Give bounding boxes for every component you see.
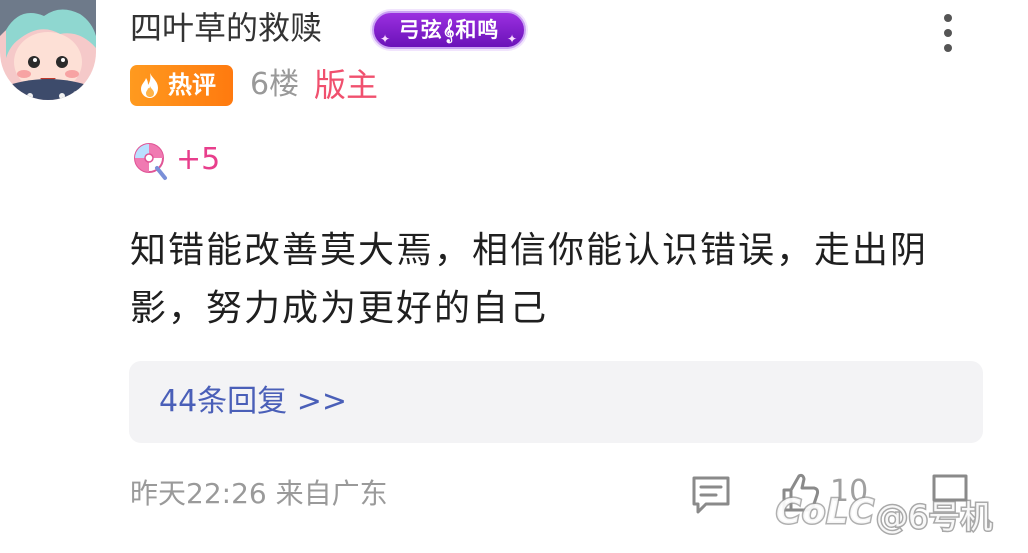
moderator-role: 版主 xyxy=(314,66,379,104)
candy-icon[interactable] xyxy=(131,140,171,182)
watermark: CoLC @6号机 xyxy=(775,490,1016,542)
hot-comment-badge: 热评 xyxy=(130,65,233,106)
floor-number: 6楼 xyxy=(250,67,300,102)
medal-badge[interactable]: ✦ 弓弦𝄞和鸣 ✦ xyxy=(372,11,526,49)
username[interactable]: 四叶草的救赎 xyxy=(130,6,322,50)
fire-icon xyxy=(141,73,158,98)
anime-avatar-image xyxy=(0,0,96,100)
hot-badge-label: 热评 xyxy=(168,71,216,99)
treble-clef-icon: 𝄞 xyxy=(442,18,456,42)
comment-icon[interactable] xyxy=(690,474,732,516)
medal-label-right: 和鸣 xyxy=(455,18,500,42)
watermark-logo: CoLC xyxy=(775,491,876,534)
watermark-text: @6号机 xyxy=(874,497,993,538)
view-replies-link[interactable]: 44条回复 >> xyxy=(159,384,347,419)
medal-label-left: 弓弦 xyxy=(398,18,443,42)
sparkle-icon: ✦ xyxy=(380,32,392,46)
avatar[interactable] xyxy=(0,0,96,100)
sparkle-icon: ✦ xyxy=(506,32,518,46)
replies-box[interactable]: 44条回复 >> xyxy=(129,361,983,443)
comment-text: 知错能改善莫大焉，相信你能认识错误，走出阴影，努力成为更好的自己 xyxy=(130,230,929,329)
more-vertical-icon[interactable] xyxy=(934,12,962,56)
post-time-location: 昨天22:26 来自广东 xyxy=(130,477,388,510)
candy-count: +5 xyxy=(176,142,221,177)
